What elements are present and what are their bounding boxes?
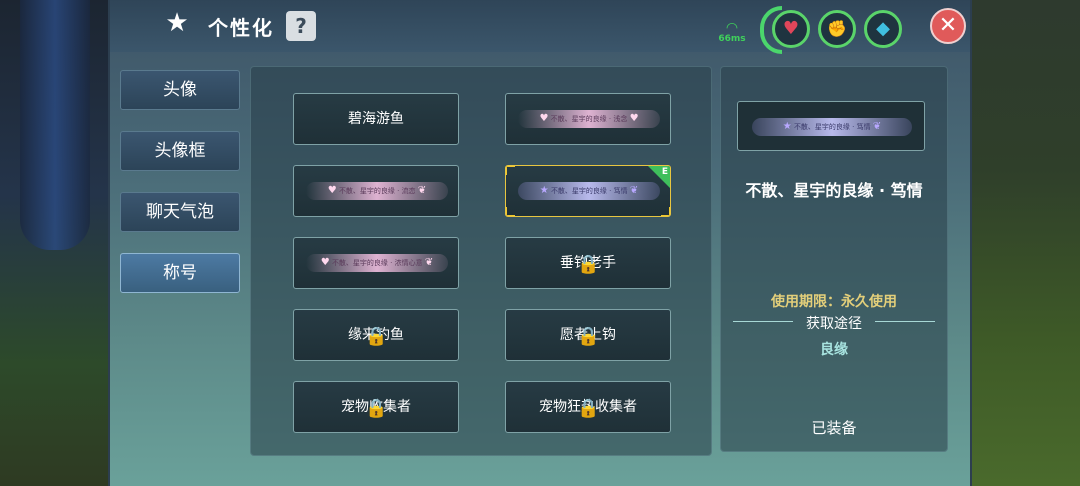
tab-avatar[interactable]: 头像 <box>120 70 240 110</box>
wifi-icon: ◠ <box>725 20 739 36</box>
heart-icon[interactable]: ♥ <box>772 10 810 48</box>
lock-icon: 🔒 <box>365 398 388 419</box>
network-ping: ◠ 66ms <box>716 20 748 44</box>
title-card-locked[interactable]: 缘来钓鱼 🔒 <box>293 309 459 361</box>
muscle-icon[interactable]: ✊ <box>818 10 856 48</box>
game-world-right <box>970 0 1080 486</box>
butterfly-icon: ❦ <box>424 257 434 268</box>
heart-icon: ♥ <box>327 185 337 196</box>
title-name: 不散、星宇的良缘 · 笃情 <box>745 181 923 200</box>
butterfly-icon: ❦ <box>872 121 882 132</box>
title-card-locked[interactable]: 愿者上钩 🔒 <box>505 309 671 361</box>
portal-pillar <box>20 0 90 250</box>
title-card[interactable]: ♥ 不散、星宇的良缘 · 流恋 ❦ <box>293 165 459 217</box>
selection-corner <box>506 207 515 216</box>
title-card[interactable]: ♥ 不散、星宇的良缘 · 浓情心意 ❦ <box>293 237 459 289</box>
title-card-locked[interactable]: 宠物狂热收集者 🔒 <box>505 381 671 433</box>
source-label: 获取途径 <box>806 316 862 332</box>
heart-icon: ♥ <box>629 113 639 124</box>
water-drop-icon[interactable]: ◆ <box>864 10 902 48</box>
lock-icon: 🔒 <box>577 254 600 275</box>
title-detail-panel: ★ 不散、星宇的良缘 · 笃情 ❦ 不散、星宇的良缘 · 笃情 使用期限：永久使… <box>720 66 948 452</box>
title-card[interactable]: 碧海游鱼 <box>293 93 459 145</box>
game-world-left <box>0 0 110 486</box>
star-icon: ★ <box>782 121 792 132</box>
source-value: 良缘 <box>820 342 848 358</box>
title-preview: ★ 不散、星宇的良缘 · 笃情 ❦ <box>737 101 925 151</box>
butterfly-icon: ❦ <box>629 185 639 196</box>
lock-icon: 🔒 <box>365 326 388 347</box>
selection-corner <box>506 166 515 175</box>
title-card-label: 不散、星宇的良缘 · 笃情 <box>550 187 628 195</box>
lock-icon: 🔒 <box>577 326 600 347</box>
title-card[interactable]: ♥ 不散、星宇的良缘 · 浅念 ♥ <box>505 93 671 145</box>
title-card-label: 碧海游鱼 <box>348 111 404 127</box>
title-banner: ♥ 不散、星宇的良缘 · 浅念 ♥ <box>518 110 660 128</box>
help-button[interactable]: ? <box>286 11 316 41</box>
heart-icon: ♥ <box>539 113 549 124</box>
header-bar: ★ 个性化 ? ◠ 66ms ♥ ✊ ◆ ✕ <box>110 0 970 54</box>
tab-title[interactable]: 称号 <box>120 253 240 293</box>
personalization-panel: ★ 个性化 ? ◠ 66ms ♥ ✊ ◆ ✕ 头像 头像框 聊天气泡 称号 碧海… <box>108 0 972 486</box>
equipped-status[interactable]: 已装备 <box>721 417 947 438</box>
title-banner: ★ 不散、星宇的良缘 · 笃情 ❦ <box>518 182 660 200</box>
divider <box>875 321 935 322</box>
tab-chat-bubble[interactable]: 聊天气泡 <box>120 192 240 232</box>
title-card-locked[interactable]: 宠物收集者 🔒 <box>293 381 459 433</box>
title-preview-label: 不散、星宇的良缘 · 笃情 <box>793 123 871 131</box>
title-card-label: 不散、星宇的良缘 · 浓情心意 <box>331 259 423 267</box>
tab-avatar-frame[interactable]: 头像框 <box>120 131 240 171</box>
title-banner: ♥ 不散、星宇的良缘 · 浓情心意 ❦ <box>306 254 448 272</box>
title-card-selected[interactable]: ★ 不散、星宇的良缘 · 笃情 ❦ E <box>505 165 671 217</box>
star-icon: ★ <box>539 185 549 196</box>
title-card-label: 不散、星宇的良缘 · 流恋 <box>338 187 416 195</box>
page-title: 个性化 <box>208 16 274 40</box>
ping-value: 66ms <box>718 34 746 44</box>
heart-icon: ♥ <box>320 257 330 268</box>
title-card-locked[interactable]: 垂钓老手 🔒 <box>505 237 671 289</box>
star-logo-icon: ★ <box>165 8 189 38</box>
title-list: 碧海游鱼 ♥ 不散、星宇的良缘 · 浅念 ♥ ♥ 不散、星宇的良缘 · 流恋 ❦… <box>250 66 712 456</box>
usage-duration: 使用期限：永久使用 <box>771 294 897 310</box>
selection-corner <box>661 207 670 216</box>
close-button[interactable]: ✕ <box>930 8 966 44</box>
lock-icon: 🔒 <box>577 398 600 419</box>
butterfly-icon: ❦ <box>417 185 427 196</box>
title-banner: ♥ 不散、星宇的良缘 · 流恋 ❦ <box>306 182 448 200</box>
title-card-label: 不散、星宇的良缘 · 浅念 <box>550 115 628 123</box>
equipped-tag-letter: E <box>661 167 668 177</box>
title-preview-banner: ★ 不散、星宇的良缘 · 笃情 ❦ <box>752 118 912 136</box>
